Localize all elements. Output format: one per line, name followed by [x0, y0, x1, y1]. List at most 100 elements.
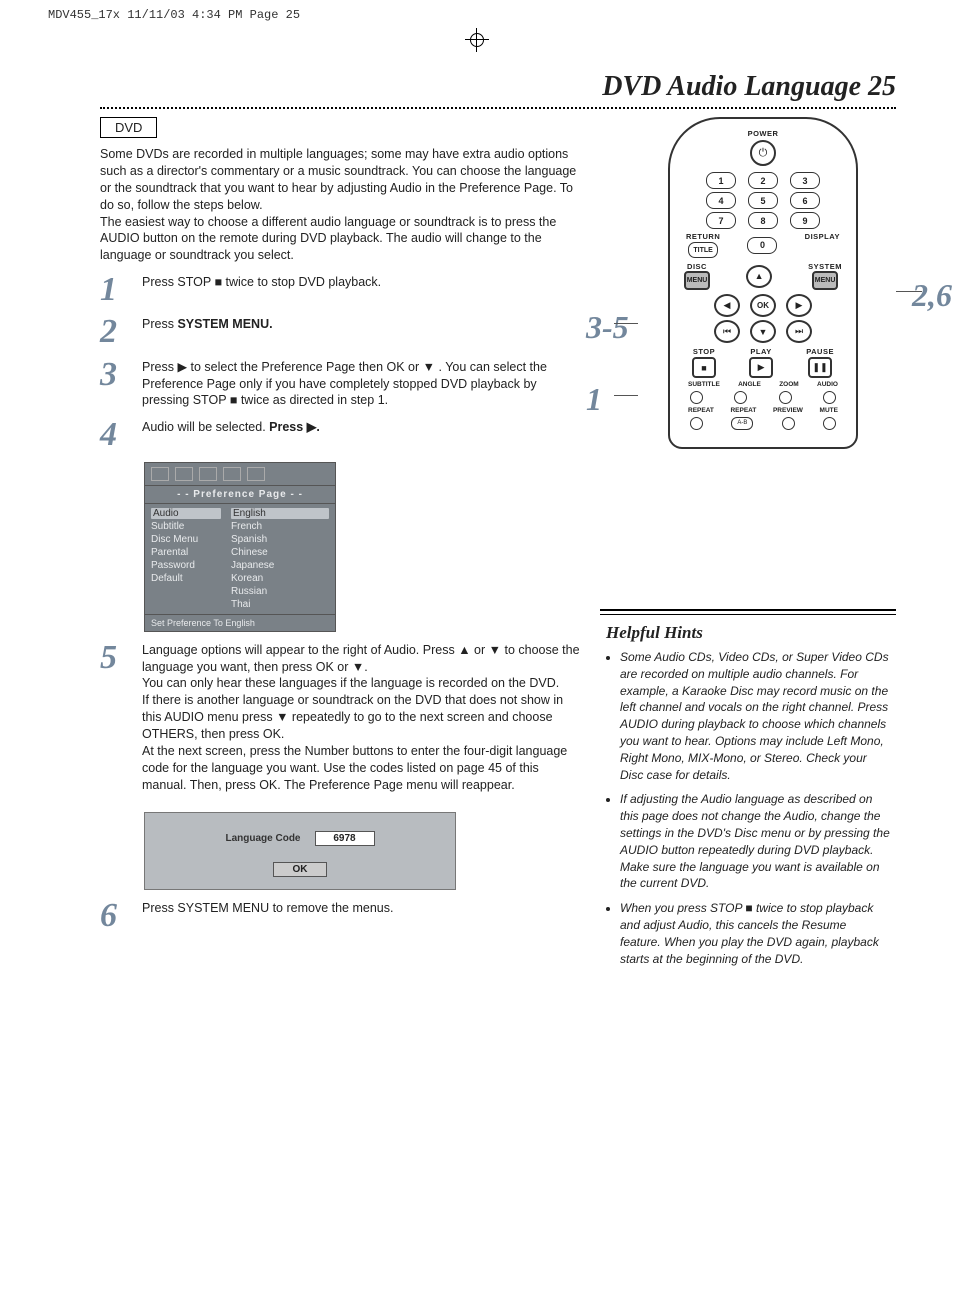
down-arrow-icon: ▼ [276, 710, 288, 724]
display-label: DISPLAY [805, 232, 840, 241]
small-button [823, 417, 836, 430]
nav-up-icon: ▲ [746, 265, 772, 288]
num-0: 0 [747, 237, 777, 254]
mute-label: MUTE [820, 407, 838, 414]
pref-right-item: Russian [231, 586, 329, 597]
repeat-label: REPEAT [730, 407, 756, 414]
ab-button: A-B [731, 417, 753, 430]
print-header: MDV455_17x 11/11/03 4:34 PM Page 25 [0, 0, 954, 22]
prev-icon: ⏮ [714, 320, 740, 343]
system-menu-button: MENU [812, 271, 838, 290]
dotted-rule [100, 107, 896, 109]
stop-label: STOP [693, 347, 715, 356]
step-1: 1 Press STOP ■ twice to stop DVD playbac… [100, 274, 580, 306]
step-3: 3 Press ▶ to select the Preference Page … [100, 359, 580, 410]
ok-button: OK [750, 294, 776, 317]
pause-button-icon: ❚❚ [808, 357, 832, 378]
step-number: 4 [100, 419, 126, 451]
hint-item: Some Audio CDs, Video CDs, or Super Vide… [620, 649, 890, 783]
pref-left-item: Subtitle [151, 521, 221, 532]
pref-right-item: Thai [231, 599, 329, 610]
code-ok: OK [273, 862, 327, 877]
small-button [734, 391, 747, 404]
up-arrow-icon: ▲ [458, 643, 470, 657]
step-4: 4 Audio will be selected. Press ▶. [100, 419, 580, 451]
down-arrow-icon: ▼ [489, 643, 501, 657]
pref-right-item: Chinese [231, 547, 329, 558]
preference-page-screenshot: - - Preference Page - - AudioSubtitleDis… [144, 462, 336, 632]
right-arrow-icon: ▶ [307, 420, 317, 434]
play-button-icon: ▶ [749, 357, 773, 378]
step-bold: SYSTEM MENU. [177, 317, 272, 331]
angle-label: ANGLE [738, 381, 761, 388]
pref-title: - - Preference Page - - [145, 486, 335, 504]
step-text: Press [142, 360, 177, 374]
num-9: 9 [790, 212, 820, 229]
repeat-label: REPEAT [688, 407, 714, 414]
step-text: Audio will be selected. [142, 420, 269, 434]
num-6: 6 [790, 192, 820, 209]
small-button [690, 417, 703, 430]
pref-icon [199, 467, 217, 481]
small-button [782, 417, 795, 430]
step-text: At the next screen, press the Number but… [142, 744, 567, 792]
step-number: 2 [100, 316, 126, 348]
step-text: or [471, 643, 489, 657]
power-button-icon: ⏻ [750, 140, 776, 166]
num-7: 7 [706, 212, 736, 229]
down-arrow-icon: ▼ [352, 660, 364, 674]
step-text: to select the Preference Page then OK or [187, 360, 423, 374]
title-button: TITLE [688, 242, 718, 258]
step-text: You can only hear these languages if the… [142, 676, 559, 690]
system-label: SYSTEM [808, 262, 842, 271]
step-5: 5 Language options will appear to the ri… [100, 642, 580, 794]
num-8: 8 [748, 212, 778, 229]
pref-footer: Set Preference To English [145, 614, 335, 631]
step-number: 3 [100, 359, 126, 410]
step-text: Press [142, 317, 177, 331]
pref-left-item: Password [151, 560, 221, 571]
num-5: 5 [748, 192, 778, 209]
pref-icon [175, 467, 193, 481]
nav-right-icon: ▶ [786, 294, 812, 317]
pref-icon [151, 467, 169, 481]
small-button [779, 391, 792, 404]
pref-left-item: Default [151, 573, 221, 584]
dvd-tag: DVD [100, 117, 157, 138]
num-1: 1 [706, 172, 736, 189]
small-button [690, 391, 703, 404]
step-text: Press STOP [142, 275, 214, 289]
hints-title: Helpful Hints [606, 623, 890, 643]
step-text: Press SYSTEM MENU to remove the menus. [142, 901, 393, 915]
step-number: 5 [100, 642, 126, 794]
language-code-screenshot: Language Code 6978 OK [144, 812, 456, 890]
page-title: DVD Audio Language 25 [100, 71, 896, 103]
step-text: twice to stop DVD playback. [222, 275, 381, 289]
next-icon: ⏭ [786, 320, 812, 343]
return-label: RETURN [686, 232, 720, 241]
pref-left-item: Parental [151, 547, 221, 558]
helpful-hints-box: Helpful Hints Some Audio CDs, Video CDs,… [600, 609, 896, 967]
step-text: . [364, 660, 367, 674]
code-value: 6978 [315, 831, 375, 846]
num-3: 3 [790, 172, 820, 189]
play-label: PLAY [750, 347, 771, 356]
pref-right-item: Japanese [231, 560, 329, 571]
disc-label: DISC [687, 262, 707, 271]
pref-right-item: English [231, 508, 329, 519]
leader-line [896, 291, 922, 292]
down-arrow-icon: ▼ [423, 360, 435, 374]
step-text: twice as directed in step 1. [237, 393, 388, 407]
power-label: POWER [680, 129, 846, 138]
hint-item: If adjusting the Audio language as descr… [620, 791, 890, 892]
callout-2-6: 2,6 [912, 277, 952, 314]
step-number: 6 [100, 900, 126, 932]
hint-item: When you press STOP ■ twice to stop play… [620, 900, 890, 967]
audio-label: AUDIO [817, 381, 838, 388]
stop-button-icon: ■ [692, 357, 716, 378]
zoom-label: ZOOM [779, 381, 799, 388]
crop-mark-top [0, 28, 954, 57]
step-number: 1 [100, 274, 126, 306]
nav-left-icon: ◀ [714, 294, 740, 317]
remote-illustration: 3-5 1 2,6 POWER ⏻ 123 456 789 RETURNTITL… [630, 117, 896, 449]
